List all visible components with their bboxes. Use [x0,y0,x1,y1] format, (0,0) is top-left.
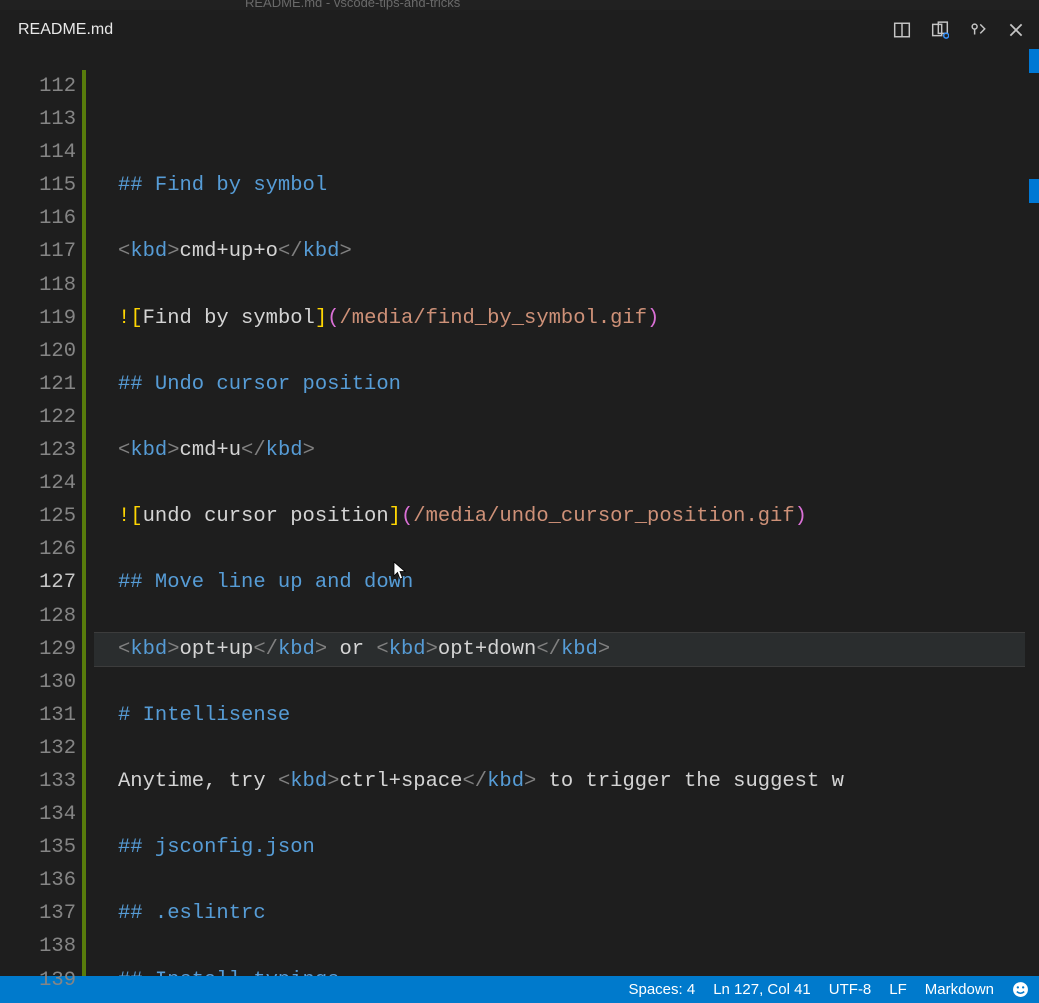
close-icon[interactable] [1001,15,1031,45]
status-language[interactable]: Markdown [925,981,994,998]
split-editor-icon[interactable] [887,15,917,45]
code-line[interactable]: ## Install typings [94,964,1039,976]
code-line[interactable] [94,467,1039,500]
code-line[interactable]: <kbd>cmd+up+o</kbd> [94,235,1039,268]
code-line[interactable] [94,401,1039,434]
code-line[interactable] [94,202,1039,235]
code-line[interactable] [94,666,1039,699]
status-cursor-position[interactable]: Ln 127, Col 41 [713,981,811,998]
code-line[interactable] [94,864,1039,897]
code-line[interactable]: ## jsconfig.json [94,831,1039,864]
window-title: README.md - vscode-tips-and-tricks [245,0,460,10]
code-line[interactable] [94,732,1039,765]
status-indent[interactable]: Spaces: 4 [628,981,695,998]
tab-bar: README.md [0,10,1039,49]
window-title-bar: README.md - vscode-tips-and-tricks [0,0,1039,10]
code-line[interactable]: ## .eslintrc [94,897,1039,930]
code-line[interactable] [94,600,1039,633]
open-file-tab[interactable]: README.md [18,21,113,39]
code-line[interactable] [94,136,1039,169]
code-line[interactable]: ![undo cursor position](/media/undo_curs… [94,500,1039,533]
code-line[interactable]: # Intellisense [94,699,1039,732]
code-editor[interactable]: 1121131141151161171181191201211221231241… [0,49,1039,976]
code-line[interactable]: <kbd>cmd+u</kbd> [94,434,1039,467]
run-icon[interactable] [963,15,993,45]
code-area[interactable]: ## Find by symbol <kbd>cmd+up+o</kbd> ![Fi… [94,49,1039,976]
overview-ruler[interactable] [1025,49,1039,976]
code-line[interactable]: <kbd>opt+up</kbd> or <kbd>opt+down</kbd> [94,633,1039,666]
open-changes-icon[interactable] [925,15,955,45]
code-line[interactable] [94,930,1039,963]
feedback-smiley-icon[interactable] [1012,981,1029,998]
code-line[interactable]: ![Find by symbol](/media/find_by_symbol.… [94,302,1039,335]
code-line[interactable]: ## Undo cursor position [94,368,1039,401]
ruler-change-mark[interactable] [1029,49,1039,73]
status-bar: Spaces: 4 Ln 127, Col 41 UTF-8 LF Markdo… [0,976,1039,1003]
git-change-indicator [82,70,86,976]
status-encoding[interactable]: UTF-8 [829,981,872,998]
ruler-change-mark[interactable] [1029,179,1039,203]
status-eol[interactable]: LF [889,981,907,998]
code-line[interactable]: Anytime, try <kbd>ctrl+space</kbd> to tr… [94,765,1039,798]
code-line[interactable] [94,533,1039,566]
code-line[interactable] [94,269,1039,302]
code-line[interactable]: ## Find by symbol [94,169,1039,202]
code-line[interactable] [94,798,1039,831]
line-number-gutter: 1121131141151161171181191201211221231241… [0,49,82,976]
code-line[interactable]: ## Move line up and down [94,566,1039,599]
code-line[interactable] [94,335,1039,368]
